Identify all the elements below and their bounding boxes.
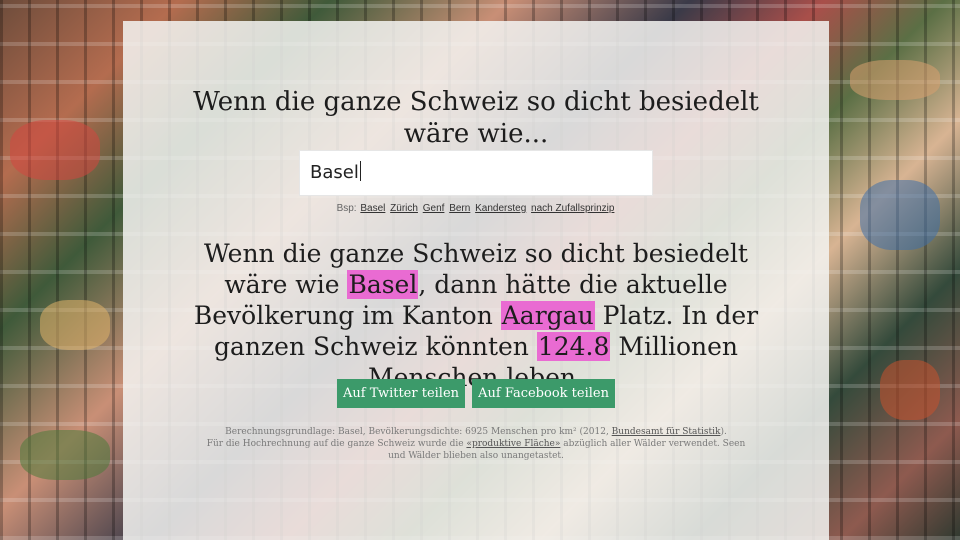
example-link-zuerich[interactable]: Zürich: [390, 203, 418, 214]
city-input-value: Basel: [310, 162, 359, 183]
highlight-canton: Aargau: [500, 301, 595, 330]
question-heading: Wenn die ganze Schweiz so dicht besiedel…: [193, 87, 759, 149]
example-link-bern[interactable]: Bern: [449, 203, 470, 214]
footer-notes: Berechnungsgrundlage: Basel, Bevölkerung…: [123, 426, 829, 462]
examples-row: Bsp: Basel Zürich Genf Bern Kandersteg n…: [123, 203, 829, 214]
footer-line1-suffix: ).: [720, 427, 727, 437]
share-twitter-button[interactable]: Auf Twitter teilen: [337, 379, 466, 408]
example-link-basel[interactable]: Basel: [360, 203, 385, 214]
example-link-random[interactable]: nach Zufallsprinzip: [531, 203, 614, 214]
text-caret: [359, 161, 361, 181]
content-panel: Wenn die ganze Schweiz so dicht besiedel…: [123, 21, 829, 540]
share-buttons: Auf Twitter teilen Auf Facebook teilen: [123, 379, 829, 408]
city-search-input[interactable]: Basel: [299, 150, 653, 196]
highlight-population: 124.8: [536, 332, 611, 361]
footer-line1-prefix: Berechnungsgrundlage: Basel, Bevölkerung…: [225, 427, 612, 437]
highlight-city: Basel: [347, 270, 419, 299]
example-link-genf[interactable]: Genf: [423, 203, 445, 214]
share-facebook-button[interactable]: Auf Facebook teilen: [472, 379, 615, 408]
bfs-link[interactable]: Bundesamt für Statistik: [612, 427, 721, 437]
example-link-kandersteg[interactable]: Kandersteg: [475, 203, 526, 214]
result-text: Wenn die ganze Schweiz so dicht besiedel…: [123, 238, 829, 393]
productive-area-link[interactable]: «produktive Fläche»: [466, 439, 560, 449]
footer-line2-prefix: Für die Hochrechnung auf die ganze Schwe…: [206, 439, 467, 449]
examples-prefix: Bsp:: [336, 203, 357, 214]
